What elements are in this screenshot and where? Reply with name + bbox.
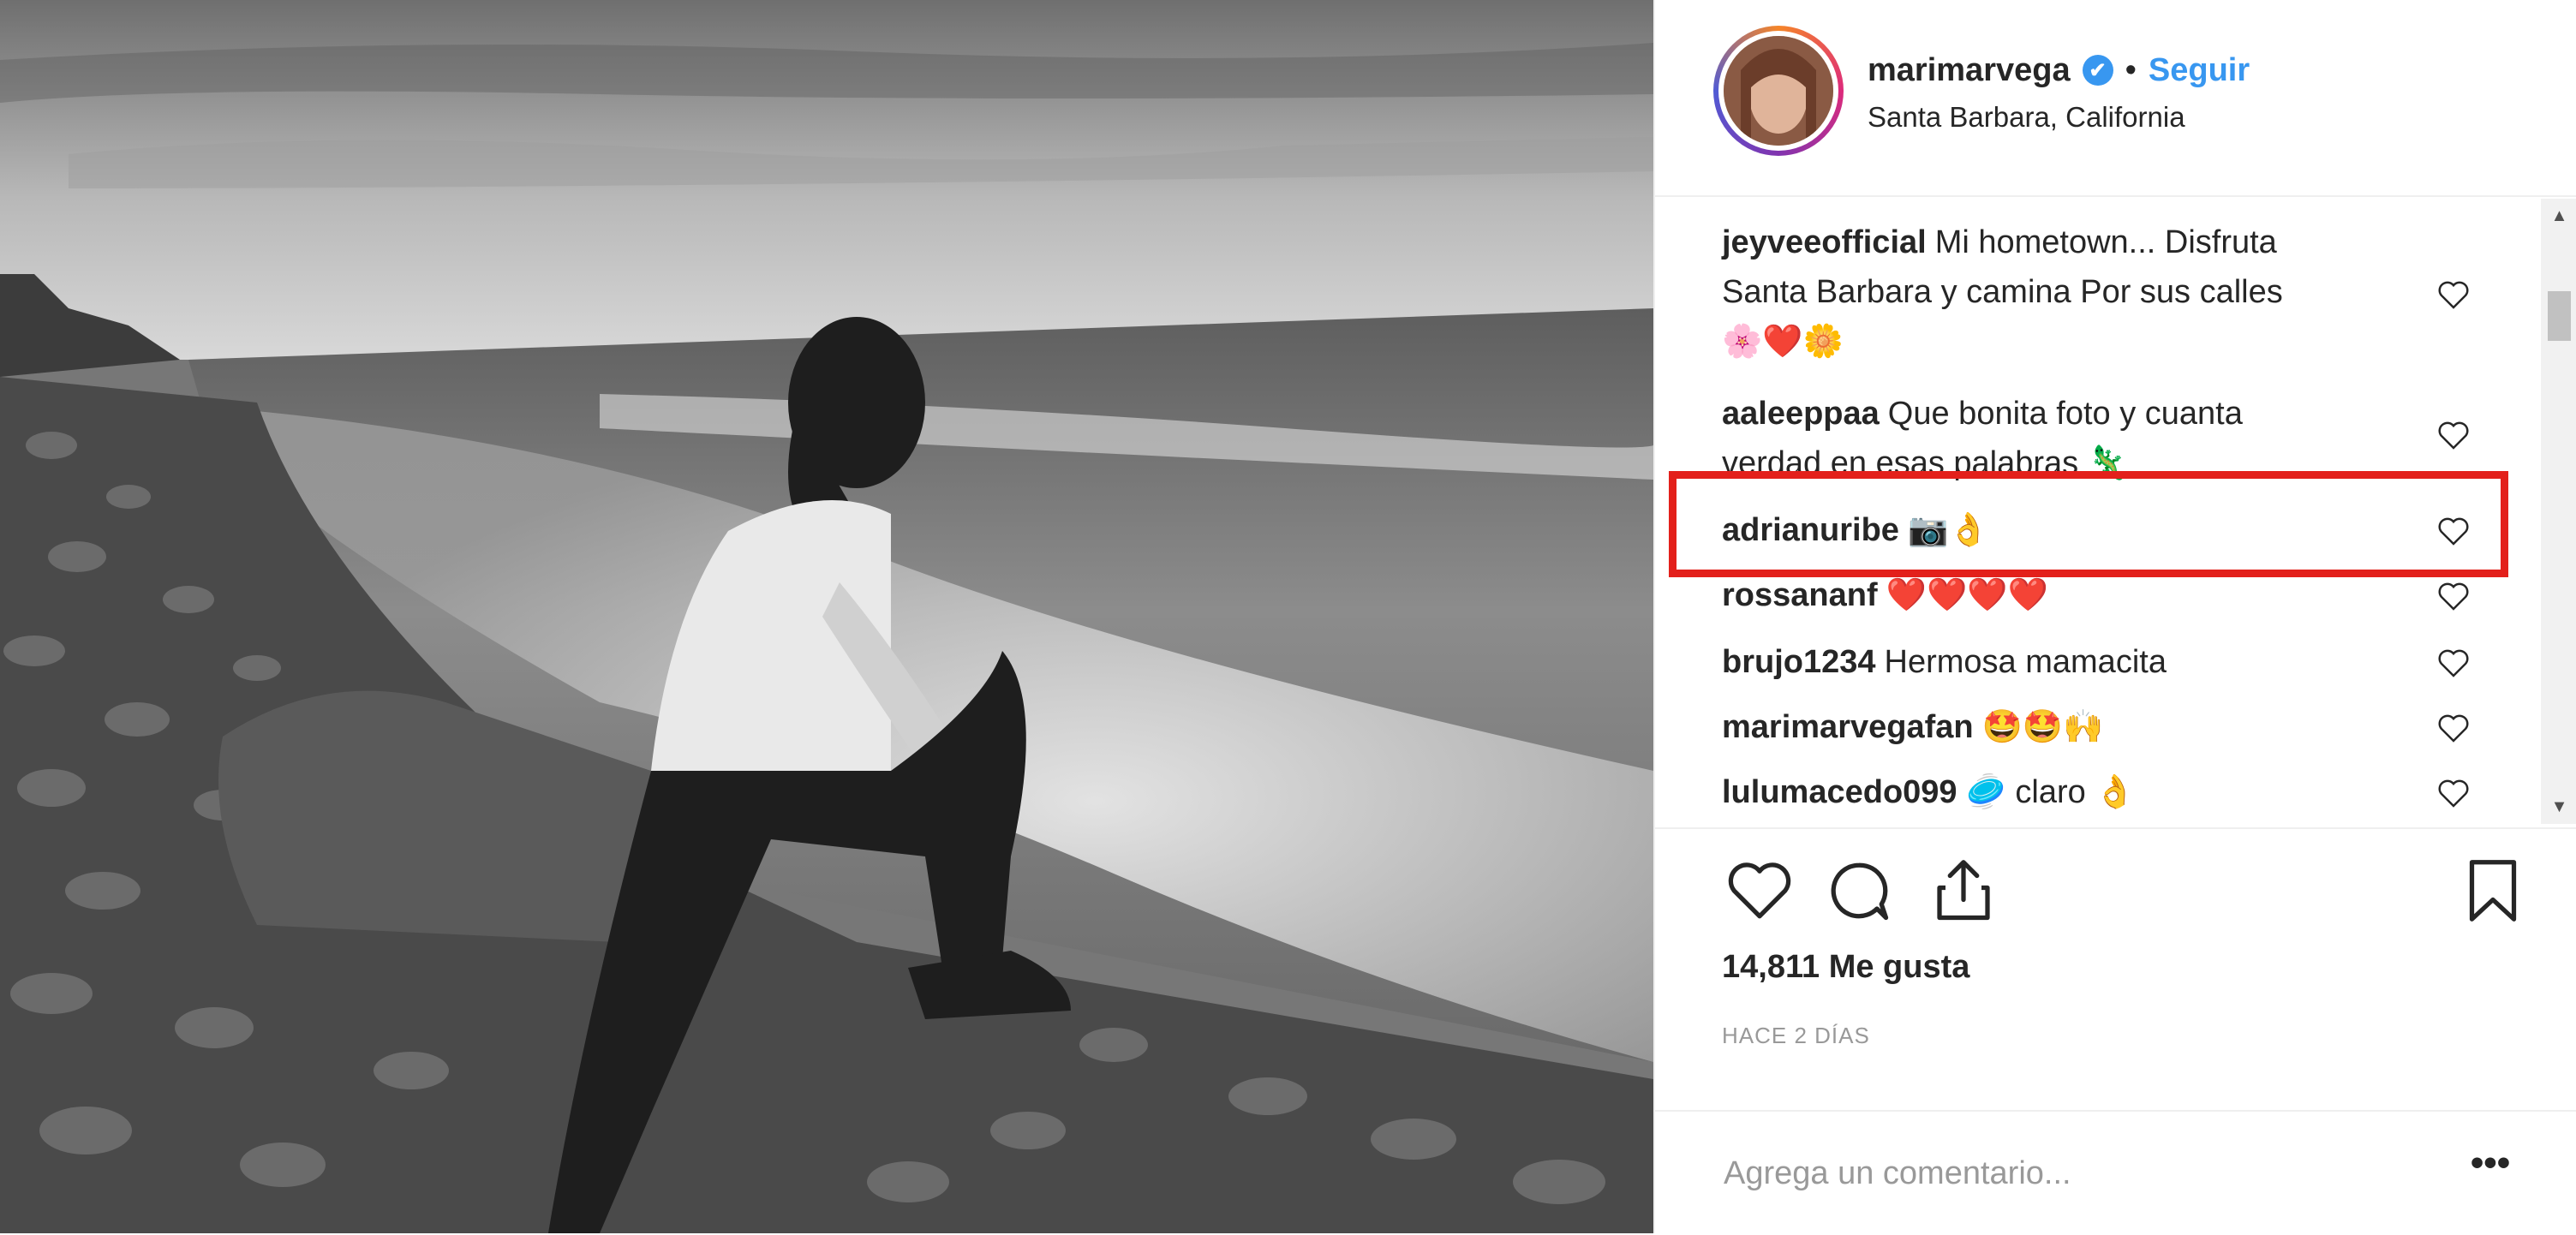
post-actions-bar	[1655, 827, 2576, 922]
likes-count[interactable]: 14,811 Me gusta	[1722, 949, 1969, 986]
comment-text: Que bonita foto y cuanta	[1887, 396, 2243, 432]
like-comment-heart-icon[interactable]	[2436, 277, 2471, 312]
comment-author[interactable]: adrianuribe	[1722, 512, 1899, 548]
bookmark-icon[interactable]	[2457, 855, 2529, 927]
like-comment-heart-icon[interactable]	[2436, 418, 2471, 452]
beach-photo-image	[0, 0, 1653, 1233]
comment-author[interactable]: brujo1234	[1722, 644, 1876, 680]
comment-author[interactable]: lulumacedo099	[1722, 774, 1957, 810]
comment-author[interactable]: aaleeppaa	[1722, 396, 1880, 432]
comments-list[interactable]: jeyveeofficial Mi hometown... Disfruta Sa…	[1655, 199, 2576, 824]
like-comment-heart-icon[interactable]	[2436, 711, 2471, 745]
comment-item: jeyveeofficial Mi hometown... Disfruta Sa…	[1722, 218, 2476, 367]
comment-author[interactable]: rossananf	[1722, 577, 1878, 613]
like-heart-icon[interactable]	[1724, 855, 1796, 927]
post-header: marimarvega ✔ • Seguir Santa Barbara, Ca…	[1655, 0, 2576, 197]
comment-text: Hermosa mamacita	[1884, 644, 2167, 680]
comment-item: rossananf ❤️❤️❤️❤️	[1722, 570, 2476, 620]
more-options-icon[interactable]: •••	[2460, 1144, 2520, 1197]
post-timestamp[interactable]: HACE 2 DÍAS	[1722, 1023, 1870, 1049]
like-comment-heart-icon[interactable]	[2436, 579, 2471, 613]
comment-emoji: 🤩🤩🙌	[1981, 709, 2104, 745]
like-comment-heart-icon[interactable]	[2436, 776, 2471, 810]
comment-text-line2: verdad en esas palabras 🦎	[1722, 445, 2129, 481]
comment-item: lulumacedo099 🥏 claro 👌	[1722, 767, 2476, 817]
comment-text: Mi hometown... Disfruta	[1934, 224, 2277, 260]
comments-scrollbar[interactable]: ▲ ▼	[2541, 199, 2576, 824]
comment-emoji: 📷👌	[1907, 512, 1989, 548]
comment-emoji: 🌸❤️🌼	[1722, 324, 1844, 360]
comment-author[interactable]: marimarvegafan	[1722, 709, 1974, 745]
share-icon[interactable]	[1928, 855, 1999, 927]
scroll-up-arrow-icon[interactable]: ▲	[2541, 199, 2576, 233]
scrollbar-thumb[interactable]	[2548, 291, 2571, 341]
comment-text-line2: Santa Barbara y camina Por sus calles	[1722, 274, 2283, 310]
location-link[interactable]: Santa Barbara, California	[1868, 101, 2185, 134]
comment-author[interactable]: jeyveeofficial	[1722, 224, 1927, 260]
comment-emoji: ❤️❤️❤️❤️	[1886, 577, 2048, 613]
post-side-panel: marimarvega ✔ • Seguir Santa Barbara, Ca…	[1653, 0, 2576, 1233]
like-comment-heart-icon[interactable]	[2436, 646, 2471, 680]
avatar-photo	[1724, 36, 1833, 146]
comment-item: marimarvegafan 🤩🤩🙌	[1722, 702, 2476, 752]
follow-button[interactable]: Seguir	[2149, 52, 2250, 89]
avatar[interactable]	[1713, 26, 1844, 156]
username-link[interactable]: marimarvega	[1868, 52, 2071, 89]
scroll-down-arrow-icon[interactable]: ▼	[2541, 790, 2576, 824]
add-comment-input[interactable]	[1722, 1143, 2394, 1204]
add-comment-row: •••	[1655, 1110, 2576, 1235]
username-row: marimarvega ✔ • Seguir	[1868, 45, 2250, 96]
comment-item: brujo1234 Hermosa mamacita	[1722, 637, 2476, 687]
verified-badge-icon: ✔	[2082, 55, 2113, 86]
dot-separator: •	[2125, 51, 2137, 88]
post-photo[interactable]	[0, 0, 1653, 1233]
comment-item: adrianuribe 📷👌	[1722, 505, 2476, 555]
comment-bubble-icon[interactable]	[1823, 855, 1895, 927]
like-comment-heart-icon[interactable]	[2436, 514, 2471, 548]
comment-item: aaleeppaa Que bonita foto y cuanta verdad…	[1722, 389, 2476, 488]
comment-text: 🥏 claro 👌	[1965, 774, 2136, 810]
